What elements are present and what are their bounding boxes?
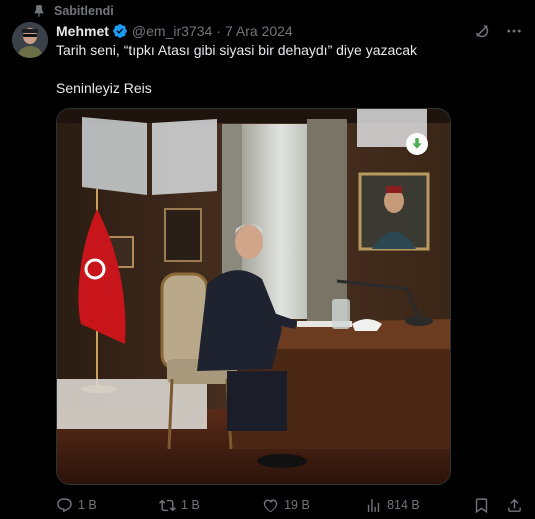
post-actions: 1 B 1 B 19 B 814 B	[56, 494, 523, 516]
meta-separator: ·	[216, 23, 221, 39]
avatar[interactable]	[12, 22, 48, 58]
repost-button[interactable]: 1 B	[159, 497, 262, 514]
views-count: 814 B	[387, 498, 420, 512]
post-text-line-2: Seninleyiz Reis	[56, 80, 152, 96]
reply-button[interactable]: 1 B	[56, 497, 159, 514]
author-handle[interactable]: @em_ir3734	[132, 23, 212, 39]
post-header: Mehmet @em_ir3734 · 7 Ara 2024	[56, 21, 523, 41]
post-media-image[interactable]	[56, 108, 451, 485]
grok-icon[interactable]	[473, 22, 491, 40]
views-icon	[367, 498, 380, 512]
download-badge-icon[interactable]	[406, 133, 428, 155]
pin-icon	[34, 5, 44, 18]
more-icon[interactable]	[505, 22, 523, 40]
post-date[interactable]: 7 Ara 2024	[225, 23, 293, 39]
reply-icon	[57, 497, 72, 512]
pinned-indicator: Sabitlendi	[32, 3, 114, 19]
like-count: 19 B	[284, 498, 310, 512]
views-button[interactable]: 814 B	[365, 497, 473, 514]
bookmark-icon[interactable]	[473, 497, 490, 514]
repost-icon	[159, 499, 176, 511]
like-icon	[263, 498, 278, 512]
pinned-label: Sabitlendi	[54, 4, 114, 18]
author-name[interactable]: Mehmet	[56, 23, 109, 39]
reply-count: 1 B	[78, 498, 97, 512]
verified-icon[interactable]	[112, 23, 128, 39]
share-icon[interactable]	[506, 497, 523, 514]
like-button[interactable]: 19 B	[262, 497, 365, 514]
repost-count: 1 B	[181, 498, 200, 512]
post-text-line-1: Tarih seni, “tıpkı Atası gibi siyasi bir…	[56, 42, 418, 58]
